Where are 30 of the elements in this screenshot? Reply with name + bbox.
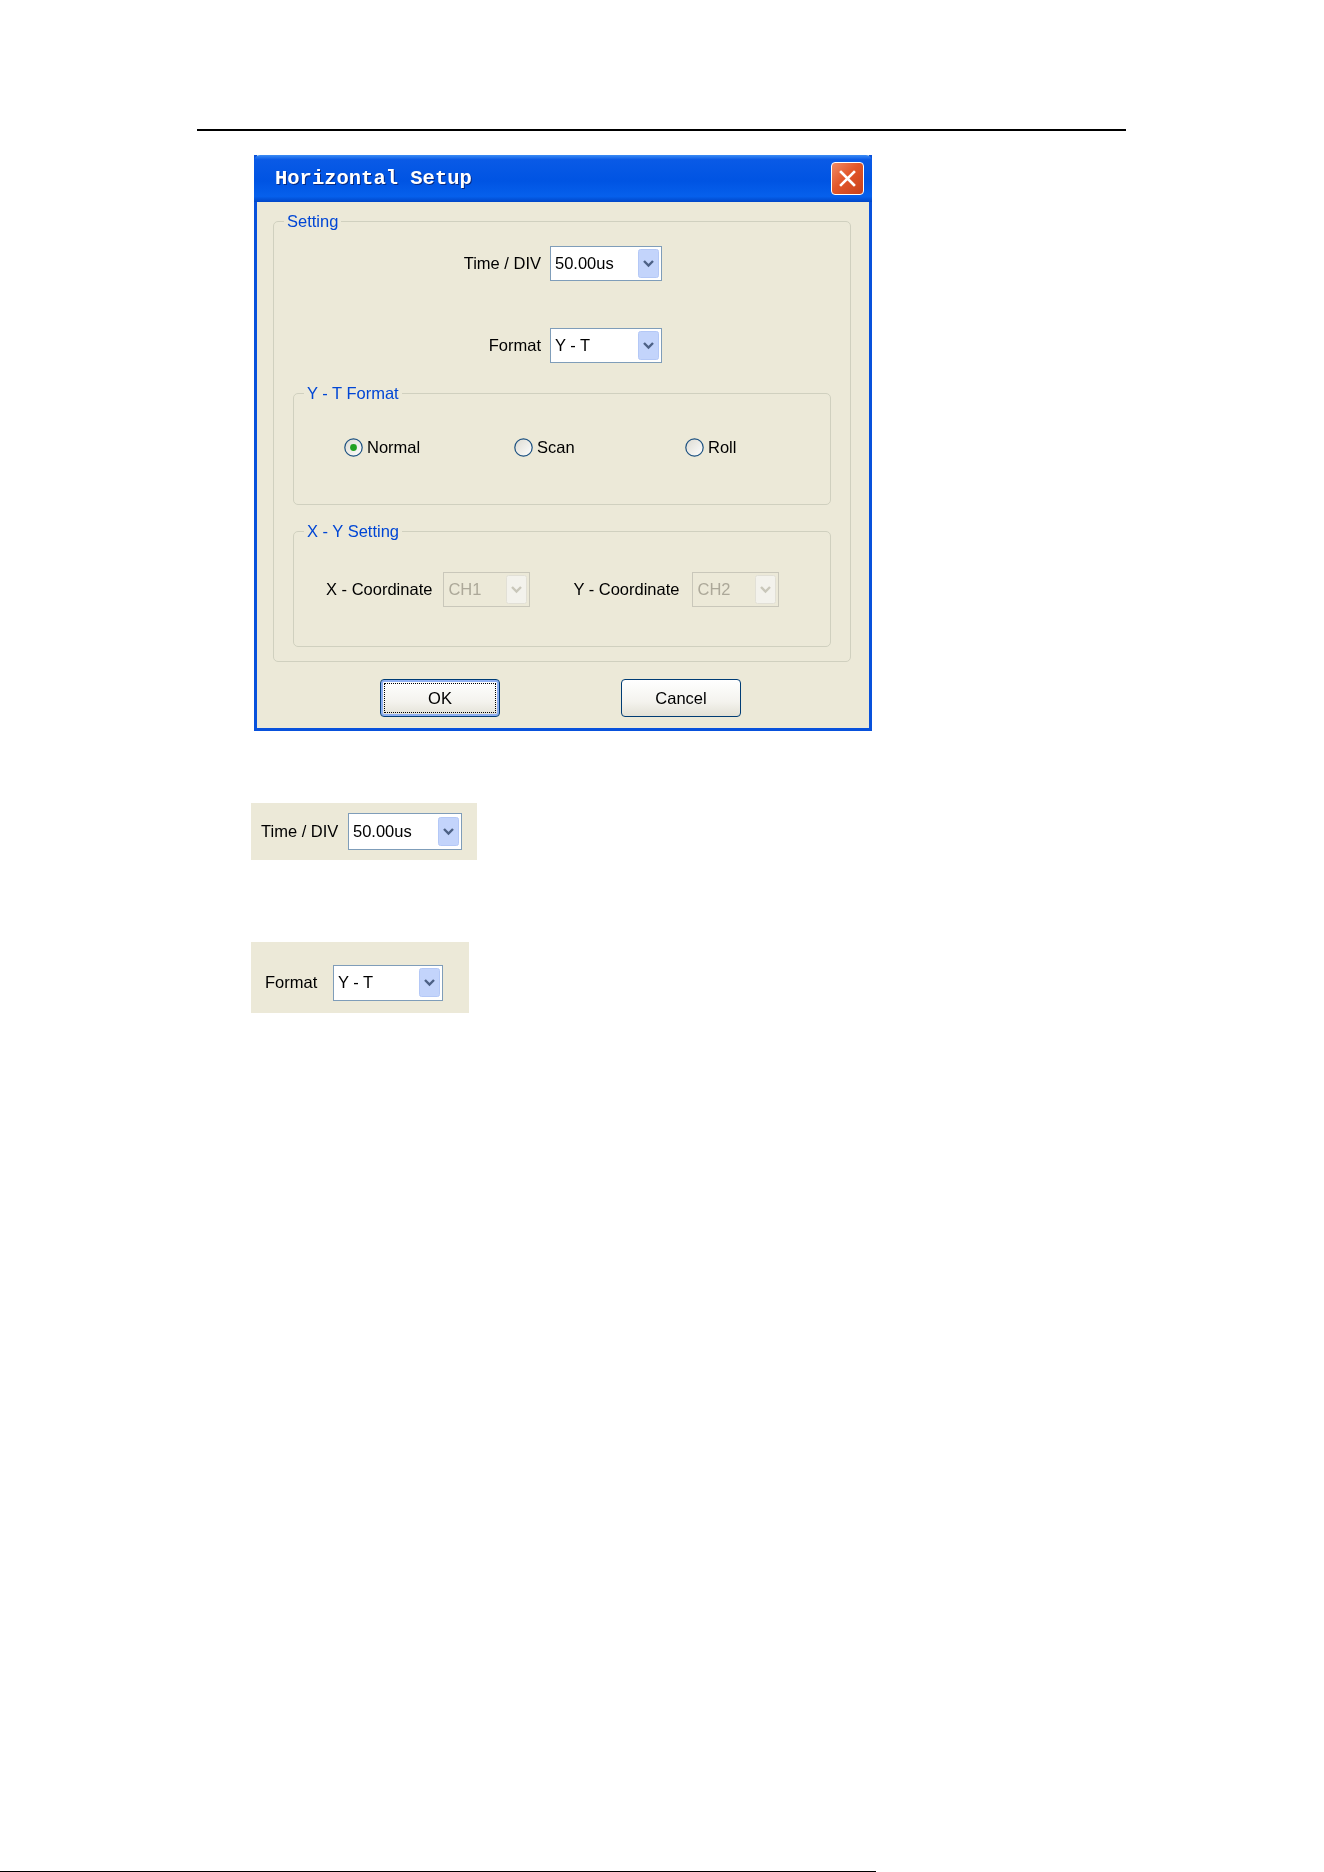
field-label: Y - Coordinate [573,580,680,599]
field-label: X - Coordinate [326,580,433,599]
group-title: Setting [286,211,340,231]
radio-option[interactable]: Normal [344,438,421,457]
dropdown[interactable]: 50.00us [348,813,462,850]
dropdown[interactable]: 50.00us [550,246,662,281]
group-title: X - Y Setting [306,521,401,541]
group-title: Y - T Format [306,383,400,403]
field-label: Time / DIV [261,822,339,841]
close-icon [839,170,856,187]
radio-option[interactable]: Scan [514,438,575,457]
radio-button-icon[interactable] [514,438,533,457]
close-button[interactable] [831,162,864,195]
chevron-down-icon [638,249,659,278]
field-label: Format [488,336,541,355]
field-label: Time / DIV [463,254,541,273]
dialog-button[interactable]: Cancel [621,679,741,717]
window-title: Horizontal Setup [275,167,472,190]
radio-button-icon[interactable] [344,438,363,457]
radio-button-icon[interactable] [685,438,704,457]
chevron-down-icon [506,575,528,604]
chevron-down-icon [419,968,440,997]
dropdown[interactable]: Y - T [333,964,443,1001]
radio-option[interactable]: Roll [685,438,737,457]
chevron-down-icon [755,575,777,604]
dropdown[interactable]: Y - T [550,328,662,363]
dialog-button[interactable]: OK [380,679,500,717]
chevron-down-icon [438,817,459,846]
field-label: Format [265,973,318,992]
chevron-down-icon [638,331,659,360]
